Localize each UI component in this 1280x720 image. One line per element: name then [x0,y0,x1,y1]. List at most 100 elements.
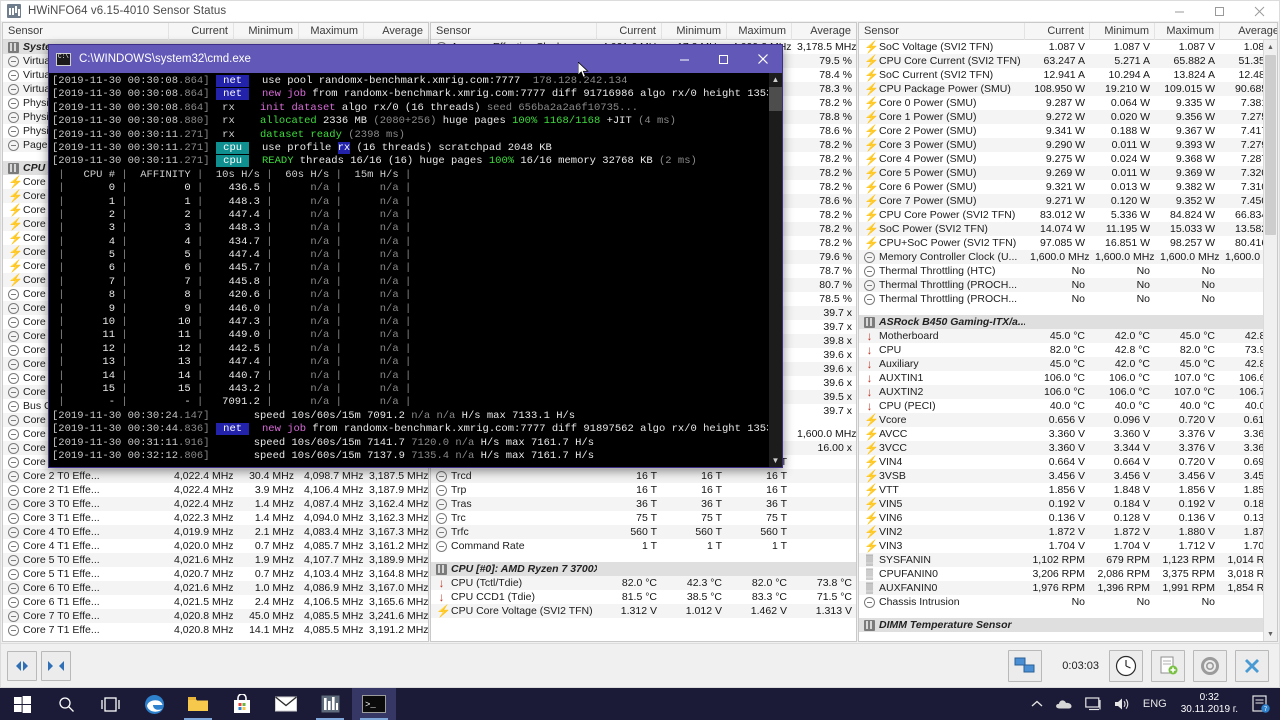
sensor-row[interactable]: ⚡ CPU Package Power (SMU) 108.950 W 19.210 … [859,82,1277,96]
sensor-group-row[interactable]: ASRock B450 Gaming-ITX/a... [859,315,1277,329]
cmd-button[interactable]: >_ [352,688,396,720]
sensor-row[interactable]: ⚡ CPU Core Power (SVI2 TFN) 83.012 W 5.336 … [859,208,1277,222]
start-button[interactable] [0,688,44,720]
maximize-button[interactable] [1199,1,1239,21]
task-view-button[interactable] [88,688,132,720]
sensor-row[interactable]: Core 6 T0 Effe... 4,021.6 MHz 1.0 MHz 4,086… [3,581,428,595]
sensor-row[interactable]: Tras 36 T 36 T 36 T [431,497,856,511]
sensor-row[interactable]: ▒ AUXFANIN0 1,976 RPM 1,396 RPM 1,991 RPM 1,8… [859,581,1277,595]
sensor-row[interactable]: ⚡ Core 7 Power (SMU) 9.271 W 0.120 W 9.352 W… [859,194,1277,208]
action-center-button[interactable]: 7 [1246,688,1276,720]
sensor-row[interactable]: ⚡ Vcore 0.656 V 0.096 V 0.720 V 0.613 V [859,413,1277,427]
navigate-back-button[interactable] [7,650,37,681]
network-icon[interactable] [1079,688,1108,720]
column-header-average[interactable]: Average [792,23,856,40]
cmd-minimize-button[interactable] [665,45,704,73]
report-icon-button[interactable] [1151,649,1185,682]
sensor-group-row[interactable]: DIMM Temperature Sensor [859,618,1277,632]
sensor-row[interactable]: ⚡ VTT 1.856 V 1.848 V 1.856 V 1.856 V [859,483,1277,497]
sensor-row[interactable]: Core 2 T0 Effe... 4,022.4 MHz 30.4 MHz 4,09… [3,469,428,483]
sensor-row[interactable]: ⚡ 3VSB 3.456 V 3.456 V 3.456 V 3.456 V [859,469,1277,483]
sensor-row[interactable]: ↓ Auxiliary 45.0 °C 42.0 °C 45.0 °C 42.8 °C [859,357,1277,371]
sensor-row[interactable]: ⚡ Core 2 Power (SMU) 9.341 W 0.188 W 9.367 W… [859,124,1277,138]
column-header-sensor[interactable]: Sensor [431,23,597,40]
file-explorer-button[interactable] [176,688,220,720]
sensor-row[interactable]: Trfc 560 T 560 T 560 T [431,525,856,539]
cmd-close-button[interactable] [743,45,782,73]
sensor-row[interactable]: Core 2 T1 Effe... 4,022.4 MHz 3.9 MHz 4,106… [3,483,428,497]
language-indicator[interactable]: ENG [1137,688,1173,720]
sensor-row[interactable]: ⚡ CPU+SoC Power (SVI2 TFN) 97.085 W 16.851 … [859,236,1277,250]
hwinfo-titlebar[interactable]: HWiNFO64 v6.15-4010 Sensor Status [1,1,1279,21]
cmd-scrollbar[interactable]: ▲ ▼ [769,73,782,467]
sensor-row[interactable]: Command Rate 1 T 1 T 1 T [431,539,856,553]
sensor-row[interactable]: ⚡ VIN5 0.192 V 0.184 V 0.192 V 0.185 V [859,497,1277,511]
sensor-row[interactable]: ⚡ Core 1 Power (SMU) 9.272 W 0.020 W 9.356 W… [859,110,1277,124]
scroll-up-arrow[interactable]: ▲ [1264,40,1277,54]
cmd-scroll-down-arrow[interactable]: ▼ [769,454,782,467]
column-header-average[interactable]: Average [364,23,428,40]
sensor-row[interactable]: ⚡ Core 5 Power (SMU) 9.269 W 0.011 W 9.369 W… [859,166,1277,180]
sensor-row[interactable]: Trc 75 T 75 T 75 T [431,511,856,525]
sensor-row[interactable]: Memory Controller Clock (U... 1,600.0 MHz… [859,250,1277,264]
sensor-row[interactable]: Trcd 16 T 16 T 16 T [431,469,856,483]
search-button[interactable] [44,688,88,720]
sensor-row[interactable]: ⚡ VIN3 1.704 V 1.704 V 1.712 V 1.706 V [859,539,1277,553]
column-header-current[interactable]: Current [1025,23,1090,40]
sensor-row[interactable]: ⚡ VIN6 0.136 V 0.128 V 0.136 V 0.136 V [859,511,1277,525]
sensor-row[interactable]: Core 5 T0 Effe... 4,021.6 MHz 1.9 MHz 4,107… [3,553,428,567]
sensor-row[interactable]: ⚡ AVCC 3.360 V 3.360 V 3.376 V 3.363 V [859,427,1277,441]
store-button[interactable] [220,688,264,720]
sensor-row[interactable]: ⚡ SoC Voltage (SVI2 TFN) 1.087 V 1.087 V 1.0… [859,40,1277,54]
sensor-row[interactable]: ↓ CPU (Tctl/Tdie) 82.0 °C 42.3 °C 82.0 °C 73.… [431,576,856,590]
sensor-row[interactable]: Thermal Throttling (PROCH... No No No [859,278,1277,292]
sensor-row[interactable]: ⚡ Core 3 Power (SMU) 9.290 W 0.011 W 9.393 W… [859,138,1277,152]
sensor-row[interactable]: ▒ CPUFANIN0 3,206 RPM 2,086 RPM 3,375 RPM 3,0… [859,567,1277,581]
onedrive-icon[interactable] [1049,688,1079,720]
network-icon-button[interactable] [1008,649,1043,682]
sensor-row[interactable]: ⚡ 3VCC 3.360 V 3.344 V 3.376 V 3.361 V [859,441,1277,455]
scroll-down-arrow[interactable]: ▼ [1264,627,1277,641]
column-header-sensor[interactable]: Sensor [859,23,1025,40]
cmd-titlebar[interactable]: C:\WINDOWS\system32\cmd.exe [49,45,782,73]
sensor-row[interactable]: ↓ CPU CCD1 (Tdie) 81.5 °C 38.5 °C 83.3 °C 71.… [431,590,856,604]
edge-button[interactable] [132,688,176,720]
sensor-row[interactable]: ⚡ SoC Power (SVI2 TFN) 14.074 W 11.195 W 15.… [859,222,1277,236]
sensor-row[interactable]: Core 3 T0 Effe... 4,022.4 MHz 1.4 MHz 4,087… [3,497,428,511]
sensor-row[interactable]: ↓ AUXTIN2 106.0 °C 106.0 °C 107.0 °C 106.7 °C [859,385,1277,399]
column-header-current[interactable]: Current [169,23,234,40]
sensor-row[interactable]: Core 4 T0 Effe... 4,019.9 MHz 2.1 MHz 4,083… [3,525,428,539]
mail-button[interactable] [264,688,308,720]
sensor-row[interactable]: Core 7 T0 Effe... 4,020.8 MHz 45.0 MHz 4,08… [3,609,428,623]
sensor-row[interactable]: Chassis Intrusion No No No [859,595,1277,609]
sensor-row[interactable]: ↓ CPU 82.0 °C 42.8 °C 82.0 °C 73.9 °C [859,343,1278,357]
sensor-row[interactable]: ⚡ SoC Current (SVI2 TFN) 12.941 A 10.294 A 1… [859,68,1277,82]
sensor-row[interactable]: ⚡ CPU Core Current (SVI2 TFN) 63.247 A 5.27… [859,54,1277,68]
sensor-row[interactable]: ⚡ Core 6 Power (SMU) 9.321 W 0.013 W 9.382 W… [859,180,1277,194]
close-button[interactable] [1239,1,1279,21]
cmd-scroll-up-arrow[interactable]: ▲ [769,73,782,86]
sensor-row[interactable]: Core 4 T1 Effe... 4,020.0 MHz 0.7 MHz 4,085… [3,539,428,553]
settings-gear-button[interactable] [1193,649,1227,682]
clock-icon-button[interactable] [1109,649,1143,682]
sensor-row[interactable]: ↓ AUXTIN1 106.0 °C 106.0 °C 107.0 °C 106.6 °C [859,371,1278,385]
sensor-row[interactable]: ↓ Motherboard 45.0 °C 42.0 °C 45.0 °C 42.8 °C [859,329,1277,343]
column-header-maximum[interactable]: Maximum [1155,23,1220,40]
sensor-row[interactable]: ↓ CPU (PECI) 40.0 °C 40.0 °C 40.0 °C 40.0 °C [859,399,1278,413]
sensor-row[interactable]: Core 6 T1 Effe... 4,021.5 MHz 2.4 MHz 4,106… [3,595,428,609]
sensor-row[interactable]: ⚡ Core 4 Power (SMU) 9.275 W 0.024 W 9.368 W… [859,152,1277,166]
column-header-minimum[interactable]: Minimum [234,23,299,40]
volume-icon[interactable] [1108,688,1137,720]
scroll-thumb[interactable] [1265,55,1276,235]
minimize-button[interactable] [1159,1,1199,21]
column-header-current[interactable]: Current [597,23,662,40]
navigate-forward-button[interactable] [41,650,71,681]
column-header-minimum[interactable]: Minimum [662,23,727,40]
sensor-row[interactable]: ⚡ VIN2 1.872 V 1.872 V 1.880 V 1.872 V [859,525,1277,539]
sensor-group-row[interactable]: CPU [#0]: AMD Ryzen 7 3700X: ... [431,562,856,576]
show-hidden-icons-button[interactable] [1025,688,1049,720]
pane-scrollbar[interactable]: ▲ ▼ [1263,40,1277,641]
sensor-row[interactable]: ⚡ VIN4 0.664 V 0.664 V 0.720 V 0.699 V [859,455,1277,469]
cmd-window[interactable]: C:\WINDOWS\system32\cmd.exe [2019-11-30 … [48,44,783,468]
sensor-row[interactable]: ▒ SYSFANIN 1,102 RPM 679 RPM 1,123 RPM 1,014 … [859,553,1277,567]
